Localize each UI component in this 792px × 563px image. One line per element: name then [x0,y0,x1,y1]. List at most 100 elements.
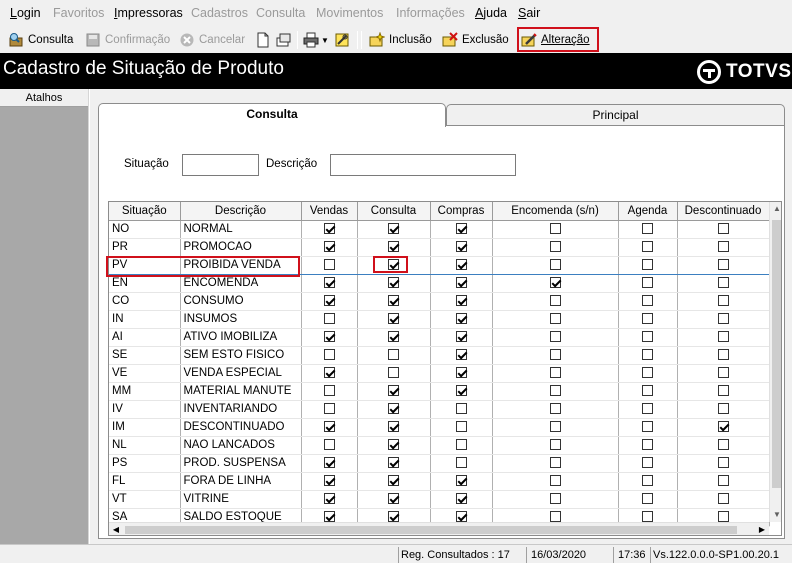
flag-checkbox[interactable] [549,457,561,469]
config-button[interactable] [334,31,354,49]
flag-checkbox[interactable] [642,475,653,487]
flag-checkbox[interactable] [717,385,729,397]
menu-impressoras[interactable]: Impressoras [114,6,183,20]
flag-checkbox[interactable] [388,277,399,289]
situacao-cell[interactable]: VE [109,364,181,383]
flag-checkbox[interactable] [642,439,653,451]
descricao-cell[interactable]: INVENTARIANDO [180,400,302,419]
flag-checkbox[interactable] [717,475,729,487]
flag-checkbox[interactable] [388,403,399,415]
flag-checkbox[interactable] [642,331,653,343]
flag-checkbox[interactable] [455,367,467,379]
flag-checkbox[interactable] [549,277,561,289]
flag-checkbox[interactable] [549,421,561,433]
flag-checkbox[interactable] [549,493,561,505]
table-row[interactable]: VT VITRINE [109,490,770,509]
descricao-cell[interactable]: VENDA ESPECIAL [180,364,302,383]
flag-checkbox[interactable] [388,421,399,433]
situacao-cell[interactable]: PR [109,238,181,257]
flag-checkbox[interactable] [455,421,467,433]
situacao-cell[interactable]: FL [109,472,181,491]
flag-checkbox[interactable] [549,475,561,487]
descricao-cell[interactable]: ATIVO IMOBILIZA [180,328,302,347]
flag-checkbox[interactable] [717,259,729,271]
flag-checkbox[interactable] [388,457,399,469]
flag-checkbox[interactable] [323,277,335,289]
flag-checkbox[interactable] [549,241,561,253]
horizontal-scrollbar[interactable]: ◀ ▶ [109,522,769,535]
horizontal-scroll-thumb[interactable] [125,526,737,534]
descricao-cell[interactable]: MATERIAL MANUTE [180,382,302,401]
tab-principal[interactable]: Principal [446,104,785,126]
flag-checkbox[interactable] [717,313,729,325]
column-header[interactable]: Descrição [180,202,302,221]
descricao-cell[interactable]: INSUMOS [180,310,302,329]
situacao-cell[interactable]: VT [109,490,181,509]
flag-checkbox[interactable] [642,367,653,379]
flag-checkbox[interactable] [323,493,335,505]
flag-checkbox[interactable] [323,439,335,451]
flag-checkbox[interactable] [388,223,399,235]
table-row[interactable]: PS PROD. SUSPENSA [109,454,770,473]
descricao-cell[interactable]: NAO LANCADOS [180,436,302,455]
flag-checkbox[interactable] [549,403,561,415]
flag-checkbox[interactable] [323,331,335,343]
situacao-cell[interactable]: IM [109,418,181,437]
table-row[interactable]: VE VENDA ESPECIAL [109,364,770,383]
flag-checkbox[interactable] [642,241,653,253]
flag-checkbox[interactable] [717,349,729,361]
flag-checkbox[interactable] [717,439,729,451]
flag-checkbox[interactable] [323,241,335,253]
flag-checkbox[interactable] [455,457,467,469]
flag-checkbox[interactable] [455,385,467,397]
menu-informa-es[interactable]: Informações [396,6,465,20]
tab-consulta[interactable]: Consulta [98,103,446,127]
table-row[interactable]: SE SEM ESTO FISICO [109,346,770,365]
situacao-cell[interactable]: IV [109,400,181,419]
flag-checkbox[interactable] [717,457,729,469]
flag-checkbox[interactable] [388,295,399,307]
situacao-input[interactable] [182,154,259,176]
pane-splitter[interactable] [88,89,90,544]
situacao-cell[interactable]: MM [109,382,181,401]
descricao-cell[interactable]: PROMOCAO [180,238,302,257]
flag-checkbox[interactable] [642,457,653,469]
flag-checkbox[interactable] [717,421,729,433]
descricao-input[interactable] [330,154,516,176]
situacao-cell[interactable]: IN [109,310,181,329]
scroll-down-icon[interactable]: ▼ [770,508,781,522]
flag-checkbox[interactable] [549,331,561,343]
confirmacao-button[interactable]: Confirmação [85,31,170,49]
flag-checkbox[interactable] [388,241,399,253]
descricao-cell[interactable]: DESCONTINUADO [180,418,302,437]
print-button[interactable]: ▼ [303,31,329,49]
flag-checkbox[interactable] [455,349,467,361]
table-row[interactable]: AI ATIVO IMOBILIZA [109,328,770,347]
column-header[interactable]: Vendas [301,202,358,221]
exclusao-button[interactable]: Exclusão [442,31,509,49]
flag-checkbox[interactable] [323,457,335,469]
menu-cadastros[interactable]: Cadastros [191,6,248,20]
table-row[interactable]: FL FORA DE LINHA [109,472,770,491]
flag-checkbox[interactable] [549,259,561,271]
descricao-cell[interactable]: VITRINE [180,490,302,509]
flag-checkbox[interactable] [642,385,653,397]
column-header[interactable]: Situação [109,202,181,221]
table-row[interactable]: MM MATERIAL MANUTE [109,382,770,401]
column-header[interactable]: Descontinuado [677,202,770,221]
flag-checkbox[interactable] [717,241,729,253]
flag-checkbox[interactable] [717,493,729,505]
table-row[interactable]: IN INSUMOS [109,310,770,329]
situacao-cell[interactable]: NL [109,436,181,455]
flag-checkbox[interactable] [455,295,467,307]
atalhos-header[interactable]: Atalhos [0,89,88,107]
flag-checkbox[interactable] [717,223,729,235]
descricao-cell[interactable]: NORMAL [180,220,302,239]
flag-checkbox[interactable] [549,385,561,397]
flag-checkbox[interactable] [323,403,335,415]
flag-checkbox[interactable] [323,259,335,271]
flag-checkbox[interactable] [455,277,467,289]
menu-ajuda[interactable]: Ajuda [475,6,507,20]
flag-checkbox[interactable] [323,295,335,307]
new-document-button[interactable] [255,31,275,49]
